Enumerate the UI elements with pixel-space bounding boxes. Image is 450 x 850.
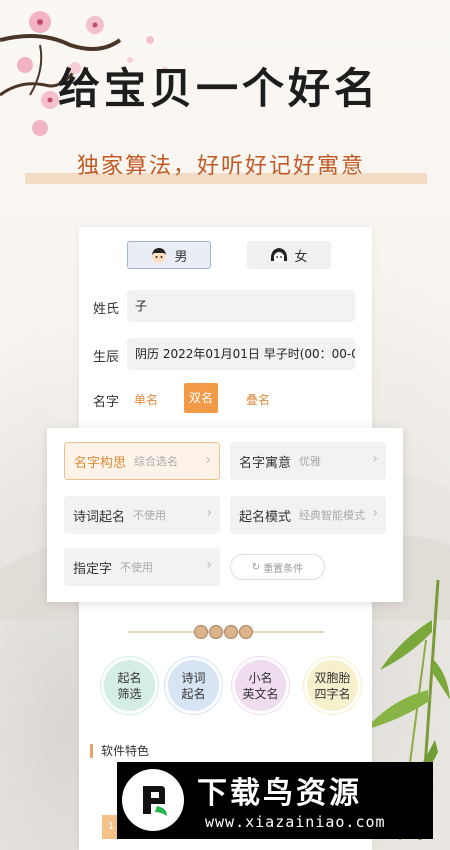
gender-female-label: 女: [294, 249, 308, 265]
hero-title: 给宝贝一个好名: [58, 64, 381, 113]
chevron-right-icon: ›: [206, 505, 212, 521]
ornamental-divider: [128, 625, 324, 639]
option-name-meaning-value: 优雅: [299, 455, 322, 468]
feature-line1: 小名: [248, 670, 273, 685]
features-section-title: 软件特色: [90, 744, 149, 758]
feature-line1: 起名: [117, 670, 142, 685]
option-name-meaning[interactable]: 名字寓意 优雅 ›: [230, 442, 386, 480]
watermark-title: 下载鸟资源: [197, 776, 362, 811]
hero-subtitle-band: 独家算法，好听好记好寓意: [25, 150, 427, 190]
option-name-meaning-label: 名字寓意: [239, 455, 292, 471]
birth-label: 生辰: [93, 350, 120, 365]
watermark-url: www.xiazainiao.com: [205, 813, 386, 831]
option-naming-mode-label: 起名模式: [239, 509, 292, 525]
option-poetry-naming-label: 诗词起名: [73, 509, 126, 525]
chevron-right-icon: ›: [372, 505, 378, 521]
name-option-single[interactable]: 单名: [134, 391, 158, 408]
option-poetry-naming[interactable]: 诗词起名 不使用 ›: [64, 496, 220, 534]
option-name-concept[interactable]: 名字构思 综合选名 ›: [64, 442, 220, 480]
surname-input[interactable]: 子: [127, 290, 355, 322]
surname-label: 姓氏: [93, 302, 120, 317]
feature-line1: 诗词: [181, 670, 206, 685]
girl-avatar-icon: [271, 248, 288, 262]
name-option-double[interactable]: 双名: [184, 383, 218, 413]
option-name-concept-label: 名字构思: [74, 455, 127, 471]
feature-poetry-naming[interactable]: 诗词 起名: [165, 657, 222, 714]
option-specified-char-label: 指定字: [73, 561, 113, 577]
option-name-concept-value: 综合选名: [134, 455, 179, 468]
chevron-right-icon: ›: [372, 451, 378, 467]
chevron-right-icon: ›: [205, 452, 211, 468]
watermark-logo: [122, 769, 184, 831]
option-poetry-naming-value: 不使用: [133, 509, 167, 522]
chevron-right-icon: ›: [206, 557, 212, 573]
feature-line2: 四字名: [314, 686, 351, 701]
reset-conditions-label: 重置条件: [263, 563, 304, 575]
option-specified-char[interactable]: 指定字 不使用 ›: [64, 548, 220, 586]
hero-subtitle: 独家算法，好听好记好寓意: [77, 154, 366, 179]
reset-conditions-button[interactable]: ↻ 重置条件: [230, 554, 325, 580]
name-type-label: 名字: [93, 395, 120, 410]
feature-nickname-english[interactable]: 小名 英文名: [232, 657, 289, 714]
bird-logo-icon: [143, 786, 167, 816]
gender-male-button[interactable]: 男: [127, 241, 211, 269]
gender-female-button[interactable]: 女: [247, 241, 331, 269]
refresh-icon: ↻: [251, 561, 261, 573]
feature-name-filter[interactable]: 起名 筛选: [101, 657, 158, 714]
feature-twins-four-char[interactable]: 双胞胎 四字名: [304, 657, 361, 714]
feature-line2: 筛选: [117, 686, 142, 701]
birth-date-selector[interactable]: 阴历 2022年01月01日 早子时(00：00-00：: [127, 338, 355, 370]
naming-options-panel: 名字构思 综合选名 › 名字寓意 优雅 › 诗词起名 不使用 › 起名模式 经典…: [47, 428, 403, 602]
feature-line1: 双胞胎: [314, 670, 351, 685]
watermark-banner: 下载鸟资源 www.xiazainiao.com: [117, 762, 433, 839]
gender-male-label: 男: [174, 249, 188, 265]
name-option-repeat[interactable]: 叠名: [246, 391, 270, 408]
feature-line2: 英文名: [242, 686, 279, 701]
feature-line2: 起名: [181, 686, 206, 701]
option-specified-char-value: 不使用: [120, 561, 154, 574]
boy-avatar-icon: [152, 248, 167, 263]
option-naming-mode-value: 经典智能模式: [299, 509, 366, 522]
option-naming-mode[interactable]: 起名模式 经典智能模式 ›: [230, 496, 386, 534]
